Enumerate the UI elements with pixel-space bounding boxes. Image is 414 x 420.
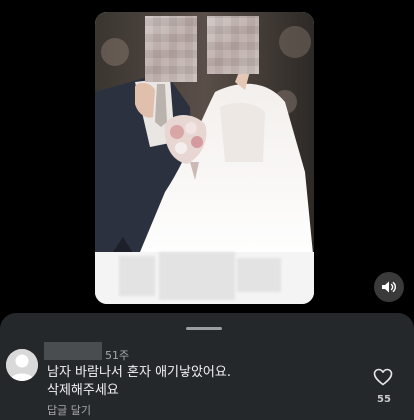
blurred-caption — [95, 252, 314, 304]
blurred-face-left — [145, 16, 197, 82]
volume-icon — [382, 281, 397, 293]
volume-button[interactable] — [374, 272, 404, 302]
default-avatar-icon — [6, 349, 38, 381]
comment-line: 남자 바람나서 혼자 애기낳았어요. — [47, 365, 231, 380]
wedding-photo — [95, 12, 314, 264]
comment-body: 남자 바람나서 혼자 애기낳았어요. 삭제해주세요 — [47, 364, 347, 400]
like-button[interactable] — [373, 368, 393, 386]
comment-line: 삭제해주세요 — [47, 383, 119, 398]
like-count: 55 — [377, 394, 391, 405]
comment-avatar[interactable] — [6, 349, 38, 381]
comment-timestamp: 51주 — [105, 349, 130, 362]
comment-sheet: 51주 남자 바람나서 혼자 애기낳았어요. 삭제해주세요 답글 달기 — [0, 313, 414, 420]
reply-button[interactable]: 답글 달기 — [47, 402, 91, 418]
blurred-username[interactable] — [44, 342, 102, 360]
heart-icon — [373, 368, 393, 386]
blurred-face-right — [207, 16, 259, 74]
sheet-drag-handle[interactable] — [186, 327, 222, 330]
video-thumbnail[interactable] — [95, 12, 314, 304]
